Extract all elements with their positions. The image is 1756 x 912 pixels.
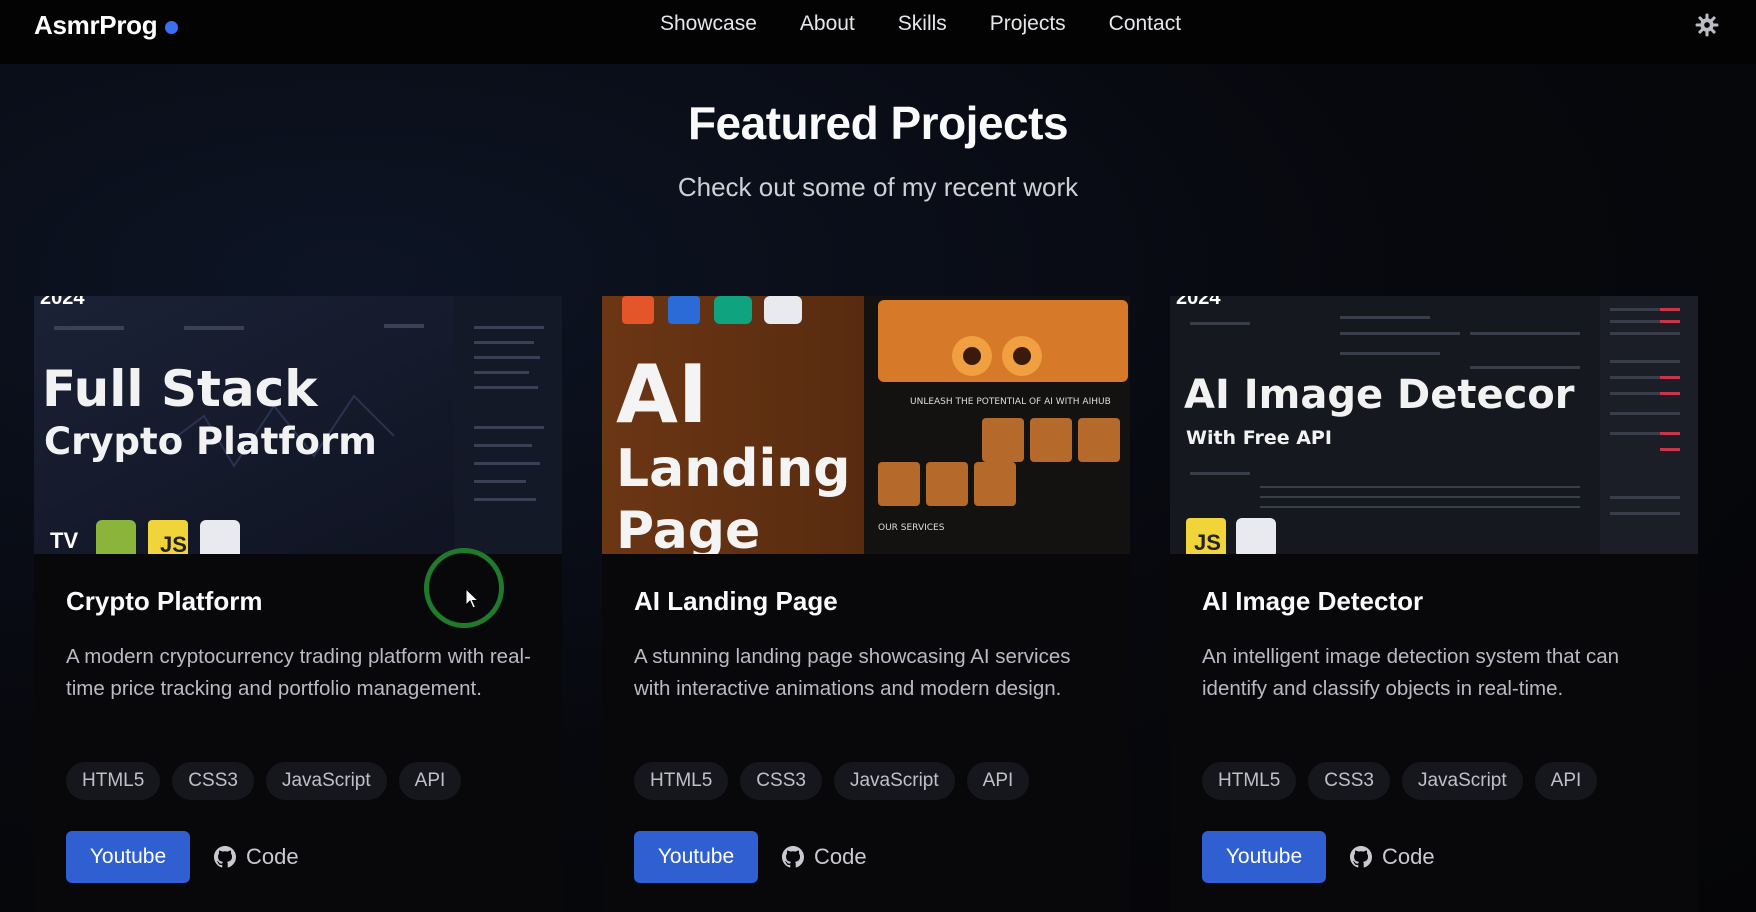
tag-javascript: JavaScript [1401, 762, 1523, 800]
thumb-headline-2: Landing [616, 439, 851, 499]
svg-text:JS: JS [1194, 530, 1221, 554]
project-description: An intelligent image detection system th… [1202, 645, 1620, 700]
thumb-headline-2: With Free API [1186, 427, 1332, 449]
code-label[interactable]: Code [814, 844, 867, 870]
thumb-services: OUR SERVICES [878, 523, 945, 533]
youtube-button[interactable]: Youtube [1202, 831, 1326, 883]
section-header: Featured Projects Check out some of my r… [0, 96, 1756, 203]
tag-javascript: JavaScript [265, 762, 387, 800]
thumb-year: 2024 [40, 296, 85, 309]
project-description: A stunning landing page showcasing AI se… [634, 645, 1071, 700]
cursor-highlight [424, 548, 504, 628]
project-thumbnail[interactable]: 2024 AI Image Detecor With Free API JS [1170, 296, 1698, 554]
youtube-button[interactable]: Youtube [66, 831, 190, 883]
nav-link-contact[interactable]: Contact [1109, 12, 1181, 36]
tag-api: API [1534, 762, 1598, 800]
tag-html5: HTML5 [634, 762, 729, 800]
tag-javascript: JavaScript [833, 762, 955, 800]
nav-link-skills[interactable]: Skills [898, 12, 947, 36]
github-icon [214, 846, 236, 868]
github-icon [1350, 846, 1372, 868]
tag-css3: CSS3 [740, 762, 822, 800]
thumb-tagline: UNLEASH THE POTENTIAL OF AI WITH AIHUB [910, 397, 1111, 407]
thumb-headline-2: Crypto Platform [44, 420, 377, 463]
project-title: AI Image Detector [1202, 586, 1424, 616]
nav-link-about[interactable]: About [800, 12, 855, 36]
code-link[interactable]: Code [782, 844, 867, 870]
tag-css3: CSS3 [1308, 762, 1390, 800]
tag-css3: CSS3 [172, 762, 254, 800]
thumb-headline-1: AI Image Detecor [1184, 372, 1575, 418]
project-thumbnail[interactable]: UNLEASH THE POTENTIAL OF AI WITH AIHUB O… [602, 296, 1130, 554]
project-title: AI Landing Page [634, 586, 838, 616]
code-label[interactable]: Code [1382, 844, 1435, 870]
nav-link-showcase[interactable]: Showcase [660, 12, 757, 36]
nav-links: Showcase About Skills Projects Contact [660, 12, 1181, 36]
tag-html5: HTML5 [66, 762, 161, 800]
mouse-cursor-icon [465, 588, 480, 609]
youtube-button[interactable]: Youtube [634, 831, 758, 883]
project-card-image-detector: 2024 AI Image Detecor With Free API JS A… [1170, 296, 1698, 912]
tag-api: API [966, 762, 1030, 800]
card-actions: Youtube Code [66, 831, 299, 883]
tag-api: API [398, 762, 462, 800]
tag-list: HTML5 CSS3 JavaScript API [634, 762, 1030, 800]
brand-dot [165, 21, 179, 34]
tag-list: HTML5 CSS3 JavaScript API [66, 762, 462, 800]
thumb-year: 2024 [1176, 296, 1221, 309]
card-actions: Youtube Code [1202, 831, 1435, 883]
code-link[interactable]: Code [214, 844, 299, 870]
brand-name[interactable]: AsmrProg [34, 10, 158, 41]
code-link[interactable]: Code [1350, 844, 1435, 870]
svg-text:JS: JS [160, 532, 187, 554]
github-icon [782, 846, 804, 868]
project-card-ai-landing: UNLEASH THE POTENTIAL OF AI WITH AIHUB O… [602, 296, 1130, 912]
section-subtitle: Check out some of my recent work [677, 172, 1079, 202]
project-description: A modern cryptocurrency trading platform… [66, 645, 531, 700]
tag-html5: HTML5 [1202, 762, 1297, 800]
thumb-headline-1: AI [616, 348, 708, 441]
brand-logo[interactable]: AsmrProg [34, 10, 179, 41]
navbar: AsmrProg Showcase About Skills Projects … [0, 0, 1756, 64]
tag-list: HTML5 CSS3 JavaScript API [1202, 762, 1598, 800]
nav-link-projects[interactable]: Projects [990, 12, 1066, 36]
gear-icon[interactable] [1694, 12, 1720, 38]
section-title: Featured Projects [687, 97, 1069, 149]
svg-text:TV: TV [50, 528, 78, 553]
thumb-headline-3: Page [616, 501, 760, 554]
card-actions: Youtube Code [634, 831, 867, 883]
thumb-headline-1: Full Stack [42, 360, 319, 418]
project-thumbnail[interactable]: 2024 Full Stack Crypto Platform JS TV [34, 296, 562, 554]
code-label[interactable]: Code [246, 844, 299, 870]
